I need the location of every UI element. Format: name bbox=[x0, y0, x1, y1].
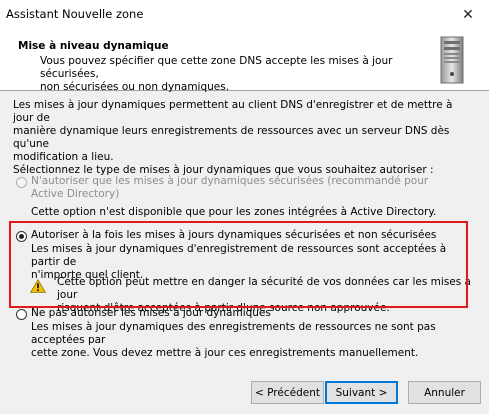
intro-text: Les mises à jour dynamiques permettent a… bbox=[13, 99, 473, 177]
window-title: Assistant Nouvelle zone bbox=[6, 7, 144, 21]
title-bar: Assistant Nouvelle zone ✕ bbox=[0, 0, 489, 30]
page-description-line: non sécurisées ou non dynamiques. bbox=[40, 81, 230, 93]
close-icon: ✕ bbox=[462, 7, 474, 23]
option-secure-label: N'autoriser que les mises à jour dynamiq… bbox=[31, 175, 471, 201]
back-button[interactable]: < Précédent bbox=[251, 381, 324, 404]
option-secure-label-line: N'autoriser que les mises à jour dynamiq… bbox=[31, 175, 429, 187]
page-description-line: Vous pouvez spécifier que cette zone DNS… bbox=[40, 55, 393, 80]
close-button[interactable]: ✕ bbox=[447, 0, 489, 30]
cancel-button[interactable]: Annuler bbox=[408, 381, 481, 404]
radio-no-dynamic-updates[interactable] bbox=[16, 309, 27, 320]
server-icon bbox=[440, 36, 464, 84]
option-none-description-line: Les mises à jour dynamiques des enregist… bbox=[31, 321, 436, 346]
page-description: Vous pouvez spécifier que cette zone DNS… bbox=[40, 55, 420, 94]
option-none-label[interactable]: Ne pas autoriser les mises à jour dynami… bbox=[31, 307, 471, 320]
intro-line: Les mises à jour dynamiques permettent a… bbox=[13, 99, 453, 124]
intro-line: modification a lieu. bbox=[13, 151, 114, 163]
highlight-box bbox=[9, 221, 468, 308]
page-title: Mise à niveau dynamique bbox=[18, 40, 169, 52]
radio-secure-only[interactable] bbox=[16, 177, 27, 188]
next-button[interactable]: Suivant > bbox=[325, 381, 398, 404]
option-secure-note: Cette option n'est disponible que pour l… bbox=[31, 206, 437, 218]
option-none-description: Les mises à jour dynamiques des enregist… bbox=[31, 321, 476, 360]
option-secure-label-line: Active Directory) bbox=[31, 188, 120, 200]
intro-line: manière dynamique leurs enregistrements … bbox=[13, 125, 450, 150]
warning-icon bbox=[30, 279, 46, 293]
option-none-description-line: cette zone. Vous devez mettre à jour ces… bbox=[31, 347, 419, 359]
wizard-header: Mise à niveau dynamique Vous pouvez spéc… bbox=[0, 30, 489, 94]
